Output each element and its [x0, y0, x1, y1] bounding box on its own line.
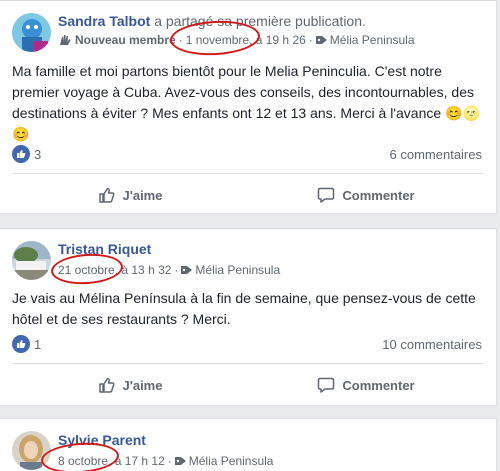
divider [12, 173, 484, 174]
tag-icon [315, 36, 327, 44]
author-name[interactable]: Sandra Talbot a partagé sa première publ… [58, 13, 366, 29]
thumbs-up-icon [98, 377, 115, 393]
post-action-text: a partagé sa première publication. [154, 13, 366, 29]
post-meta: 21 octobre, à 13 h 32 · Mélia Peninsula [58, 263, 281, 277]
post-card: Sandra Talbot a partagé sa première publ… [0, 0, 497, 214]
post-card: Sylvie Parent 8 octobre, à 17 h 12 · Mél… [0, 418, 497, 471]
like-reaction-icon [12, 145, 30, 163]
post-date[interactable]: 8 octobre, à 17 h 12 [58, 454, 165, 468]
avatar[interactable] [12, 241, 51, 280]
comment-bubble-icon [318, 187, 335, 203]
tag-icon [174, 457, 186, 465]
post-meta: Nouveau membre · 1 novembre, à 19 h 26 ·… [58, 33, 415, 47]
reactions-bar: 3 6 commentaires [12, 145, 482, 163]
like-reaction-icon [12, 335, 30, 353]
comment-bubble-icon [318, 377, 335, 393]
author-name[interactable]: Sylvie Parent [58, 432, 146, 448]
post-text: Je vais au Mélina Península à la fin de … [12, 290, 476, 327]
action-bar: J'aime Commenter [12, 178, 484, 212]
like-count[interactable]: 3 [12, 145, 41, 163]
like-button[interactable]: J'aime [12, 178, 248, 212]
tag-icon [181, 266, 193, 274]
new-member-badge[interactable]: Nouveau membre [75, 33, 176, 47]
avatar[interactable] [12, 431, 51, 470]
post-date[interactable]: 21 octobre, à 13 h 32 [58, 263, 171, 277]
thumbs-up-icon [98, 187, 115, 203]
post-text: Ma famille et moi partons bientôt pour l… [12, 63, 480, 142]
author-name[interactable]: Tristan Riquet [58, 241, 151, 257]
post-place[interactable]: Mélia Peninsula [189, 454, 274, 468]
post-meta: 8 octobre, à 17 h 12 · Mélia Peninsula [58, 454, 274, 468]
comment-button[interactable]: Commenter [248, 368, 484, 402]
like-button[interactable]: J'aime [12, 368, 248, 402]
avatar[interactable] [12, 13, 51, 52]
comment-button[interactable]: Commenter [248, 178, 484, 212]
comment-count[interactable]: 10 commentaires [382, 337, 482, 352]
like-count[interactable]: 1 [12, 335, 41, 353]
post-place[interactable]: Mélia Peninsula [195, 263, 280, 277]
reactions-bar: 1 10 commentaires [12, 335, 482, 353]
post-place[interactable]: Mélia Peninsula [330, 33, 415, 47]
post-card: Tristan Riquet 21 octobre, à 13 h 32 · M… [0, 228, 497, 406]
wave-hand-icon [60, 35, 71, 45]
comment-count[interactable]: 6 commentaires [390, 147, 482, 162]
post-date[interactable]: 1 novembre, à 19 h 26 [186, 33, 306, 47]
divider [12, 363, 484, 364]
action-bar: J'aime Commenter [12, 368, 484, 402]
